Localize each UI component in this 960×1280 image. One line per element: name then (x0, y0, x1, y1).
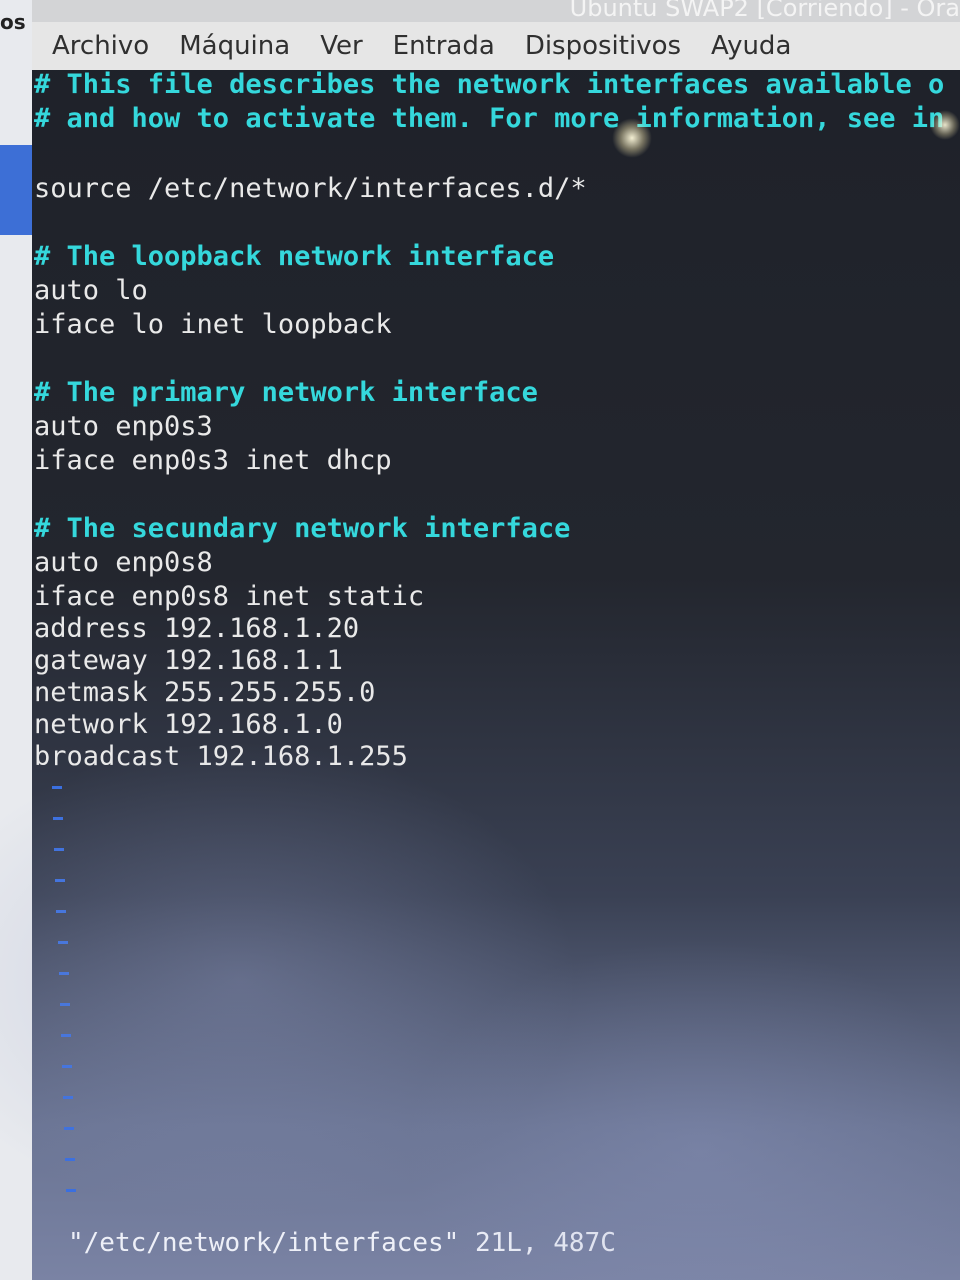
light-reflection (930, 110, 960, 140)
menu-entrada[interactable]: Entrada (378, 31, 510, 61)
host-selected-item (0, 145, 32, 235)
comment-line: # The primary network interface (34, 377, 538, 408)
tilde-marker (66, 1189, 76, 1192)
config-line: iface lo inet loopback (34, 309, 392, 340)
tilde-marker (64, 1127, 74, 1130)
tilde-marker (59, 972, 69, 975)
tilde-marker (60, 1003, 70, 1006)
config-line: iface enp0s3 inet dhcp (34, 445, 392, 476)
menu-archivo[interactable]: Archivo (32, 31, 164, 61)
tilde-marker (55, 879, 65, 882)
tilde-marker (61, 1034, 71, 1037)
light-reflection (612, 118, 652, 158)
comment-line: # The loopback network interface (34, 241, 555, 272)
tilde-marker (63, 1096, 73, 1099)
tilde-marker (65, 1158, 75, 1161)
window-titlebar: Ubuntu SWAP2 [Corriendo] - Ora (32, 0, 960, 22)
host-desktop-edge: os (0, 0, 32, 1280)
host-edge-label: os (0, 10, 26, 34)
vim-status-line: "/etc/network/interfaces" 21L, 487C (68, 1228, 616, 1258)
config-line: netmask 255.255.255.0 (34, 677, 376, 708)
config-line: address 192.168.1.20 (34, 613, 360, 644)
menu-ver[interactable]: Ver (305, 31, 377, 61)
menu-maquina[interactable]: Máquina (164, 31, 305, 61)
comment-line: # The secundary network interface (34, 513, 571, 544)
tilde-marker (54, 848, 64, 851)
config-line: gateway 192.168.1.1 (34, 645, 343, 676)
menu-ayuda[interactable]: Ayuda (696, 31, 806, 61)
comment-line: # This file describes the network interf… (34, 69, 945, 100)
menu-dispositivos[interactable]: Dispositivos (510, 31, 696, 61)
tilde-marker (52, 786, 62, 789)
tilde-marker (58, 941, 68, 944)
config-line: iface enp0s8 inet static (34, 581, 425, 612)
vim-editor[interactable]: # This file describes the network interf… (32, 64, 960, 1280)
config-line: broadcast 192.168.1.255 (34, 741, 408, 772)
comment-line: # and how to activate them. For more inf… (34, 103, 945, 134)
vm-menubar: Archivo Máquina Ver Entrada Dispositivos… (32, 22, 960, 70)
config-line: auto lo (34, 275, 148, 306)
tilde-marker (62, 1065, 72, 1068)
photo-of-screen: os Ubuntu SWAP2 [Corriendo] - Ora Archiv… (0, 0, 960, 1280)
tilde-marker (56, 910, 66, 913)
window-title: Ubuntu SWAP2 [Corriendo] - Ora (569, 0, 960, 22)
tilde-marker (53, 817, 63, 820)
config-line: auto enp0s8 (34, 547, 213, 578)
config-line: auto enp0s3 (34, 411, 213, 442)
config-line: network 192.168.1.0 (34, 709, 343, 740)
source-line: source /etc/network/interfaces.d/* (34, 173, 587, 204)
